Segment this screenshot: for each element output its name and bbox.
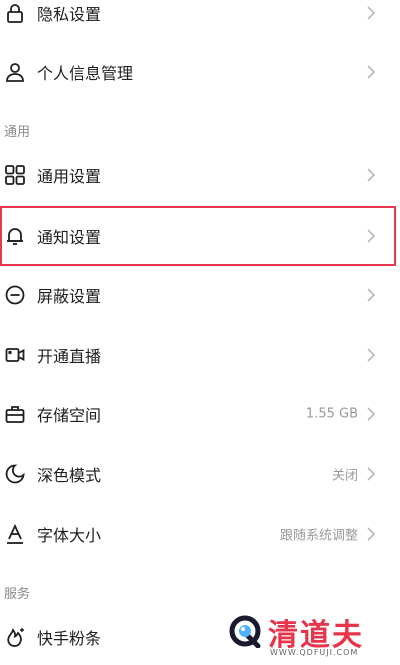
settings-row-label: 隐私设置 — [37, 5, 102, 24]
watermark-logo-icon — [228, 614, 262, 648]
settings-row-label: 存储空间 — [37, 406, 102, 425]
section-header-services: 服务 — [4, 587, 31, 602]
lock-icon — [4, 2, 26, 24]
settings-row-label: 通知设置 — [37, 228, 102, 247]
chevron-right-icon — [366, 467, 376, 481]
chevron-right-icon — [366, 65, 376, 79]
settings-row-storage[interactable]: 存储空间 1.55 GB — [0, 386, 400, 442]
settings-row-label: 快手粉条 — [37, 629, 102, 648]
chevron-right-icon — [366, 229, 376, 243]
settings-row-label: 字体大小 — [37, 526, 102, 545]
settings-row-privacy[interactable]: 隐私设置 — [0, 0, 400, 41]
chevron-right-icon — [366, 348, 376, 362]
moon-icon — [4, 463, 26, 485]
settings-row-notifications[interactable]: 通知设置 — [0, 208, 400, 264]
minus-circle-icon — [4, 284, 26, 306]
grid-icon — [4, 164, 26, 186]
fire-sparkle-icon — [4, 626, 26, 648]
chevron-right-icon — [366, 168, 376, 182]
settings-row-block[interactable]: 屏蔽设置 — [0, 267, 400, 323]
chevron-right-icon — [366, 288, 376, 302]
settings-row-label: 深色模式 — [37, 466, 102, 485]
storage-value: 1.55 GB — [305, 406, 358, 422]
settings-row-label: 个人信息管理 — [37, 64, 134, 83]
settings-row-label: 开通直播 — [37, 347, 102, 366]
briefcase-icon — [4, 403, 26, 425]
person-icon — [4, 61, 26, 83]
watermark-url: WWW.QDFUJI.COM — [270, 648, 359, 657]
chevron-right-icon — [366, 6, 376, 20]
settings-row-live[interactable]: 开通直播 — [0, 327, 400, 383]
video-camera-icon — [4, 344, 26, 366]
chevron-right-icon — [366, 407, 376, 421]
settings-row-label: 通用设置 — [37, 167, 102, 186]
settings-row-personal-info[interactable]: 个人信息管理 — [0, 44, 400, 100]
bell-icon — [4, 225, 26, 247]
settings-row-dark-mode[interactable]: 深色模式 关闭 — [0, 446, 400, 502]
font-icon — [4, 523, 26, 545]
dark-mode-value: 关闭 — [331, 468, 358, 484]
section-header-general: 通用 — [4, 125, 31, 140]
settings-row-font-size[interactable]: 字体大小 跟随系统调整 — [0, 506, 400, 562]
font-size-value: 跟随系统调整 — [279, 528, 358, 544]
chevron-right-icon — [366, 527, 376, 541]
watermark: 清道夫 WWW.QDFUJI.COM — [222, 610, 398, 661]
settings-row-label: 屏蔽设置 — [37, 287, 102, 306]
settings-row-general[interactable]: 通用设置 — [0, 147, 400, 203]
